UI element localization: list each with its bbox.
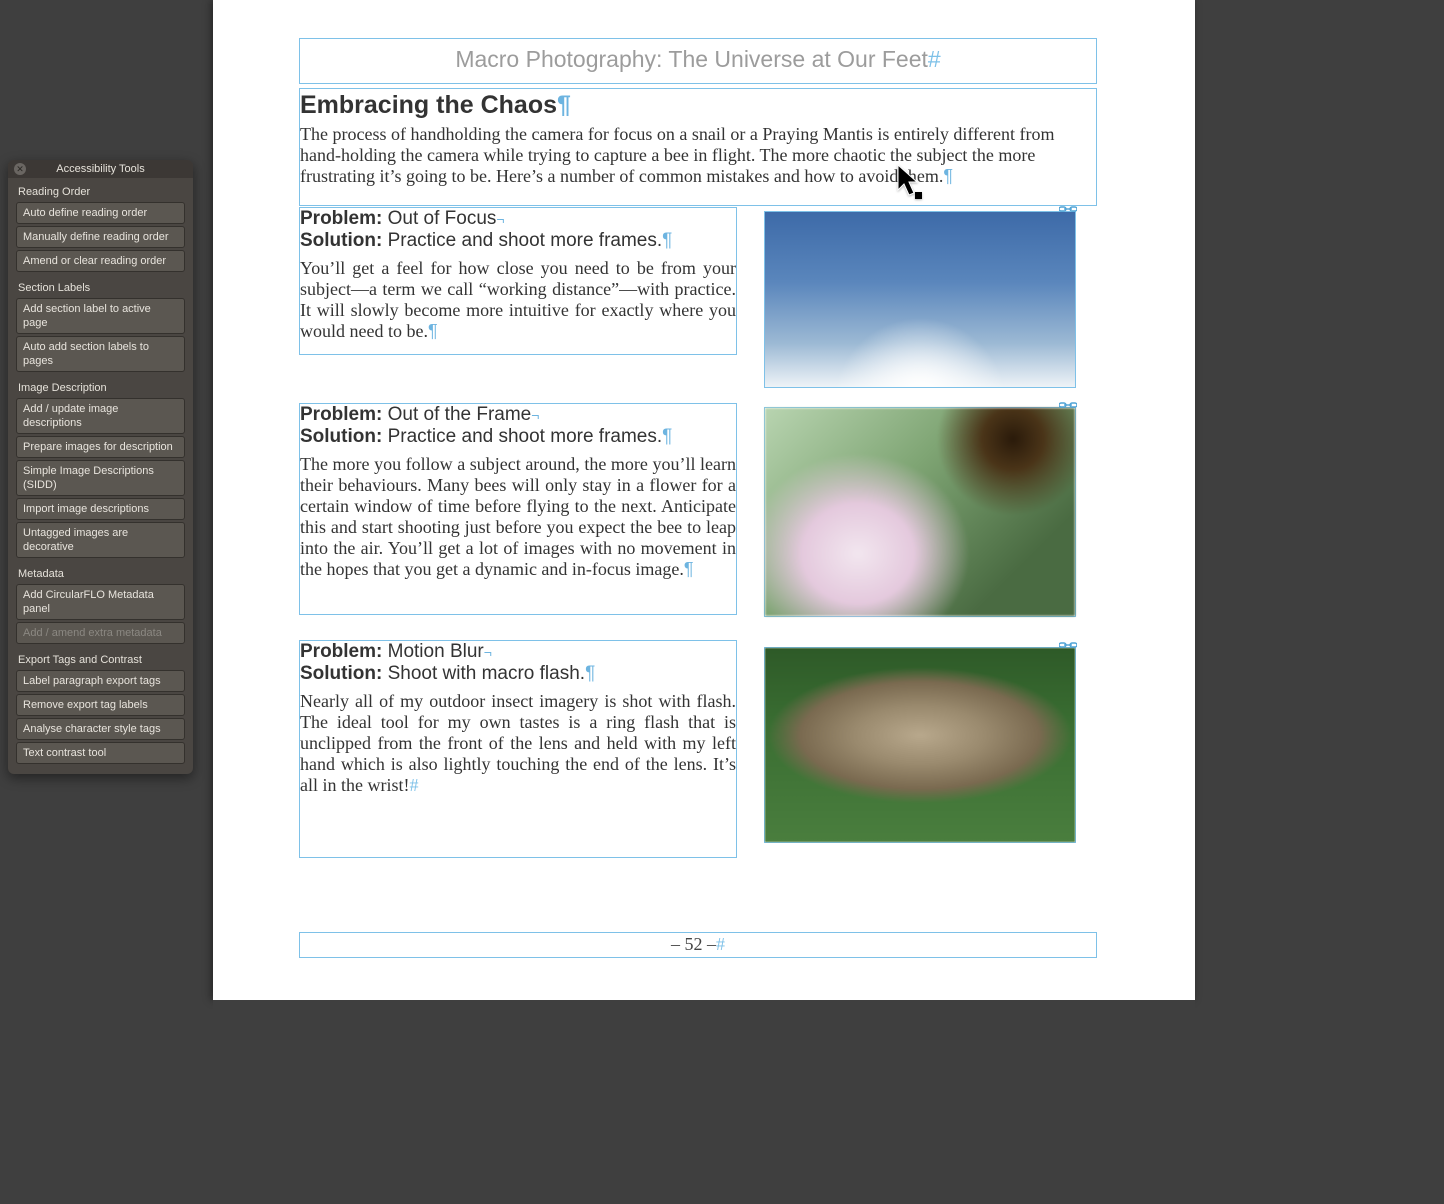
- page-number: – 52 –: [671, 934, 716, 954]
- image-frame-3[interactable]: [764, 647, 1076, 843]
- section-heading-metadata: Metadata: [8, 560, 193, 584]
- page-number-frame[interactable]: – 52 –#: [299, 932, 1097, 958]
- problem-block-1[interactable]: Problem: Out of Focus¬ Solution: Practic…: [299, 207, 737, 355]
- btn-auto-define-reading-order[interactable]: Auto define reading order: [16, 202, 185, 224]
- btn-import-image-descriptions[interactable]: Import image descriptions: [16, 498, 185, 520]
- body-text: You’ll get a feel for how close you need…: [300, 258, 736, 342]
- link-icon: [1059, 400, 1077, 410]
- problem-line: Problem: Out of Focus¬: [300, 208, 736, 230]
- intro-paragraph: The process of handholding the camera fo…: [300, 124, 1096, 187]
- btn-text-contrast-tool[interactable]: Text contrast tool: [16, 742, 185, 764]
- btn-auto-add-section-labels[interactable]: Auto add section labels to pages: [16, 336, 185, 372]
- page-heading: Embracing the Chaos¶: [300, 91, 1096, 120]
- btn-label-paragraph-tags[interactable]: Label paragraph export tags: [16, 670, 185, 692]
- pilcrow-icon: ¶: [662, 426, 672, 447]
- placed-image-flower: [765, 408, 1075, 616]
- problem-block-2[interactable]: Problem: Out of the Frame¬ Solution: Pra…: [299, 403, 737, 615]
- btn-manually-define-reading-order[interactable]: Manually define reading order: [16, 226, 185, 248]
- image-frame-2[interactable]: [764, 407, 1076, 617]
- end-of-story-icon: #: [409, 775, 418, 795]
- pilcrow-icon: ¶: [428, 321, 438, 341]
- pilcrow-icon: ¶: [557, 91, 571, 119]
- panel-title: Accessibility Tools: [56, 163, 144, 175]
- pilcrow-icon: ¶: [684, 559, 694, 579]
- end-of-story-icon: #: [716, 934, 725, 954]
- btn-add-section-label[interactable]: Add section label to active page: [16, 298, 185, 334]
- section-heading-reading-order: Reading Order: [8, 178, 193, 202]
- body-text: The more you follow a subject around, th…: [300, 454, 736, 580]
- link-icon: [1059, 204, 1077, 214]
- end-of-story-icon: #: [928, 46, 941, 72]
- pasteboard-gutter: [213, 1000, 1195, 1204]
- pilcrow-icon: ¶: [585, 663, 595, 684]
- btn-amend-clear-reading-order[interactable]: Amend or clear reading order: [16, 250, 185, 272]
- intro-text-frame[interactable]: Embracing the Chaos¶ The process of hand…: [299, 88, 1097, 206]
- btn-analyse-char-style-tags[interactable]: Analyse character style tags: [16, 718, 185, 740]
- problem-line: Problem: Out of the Frame¬: [300, 404, 736, 426]
- pilcrow-icon: ¶: [943, 166, 953, 186]
- image-frame-1[interactable]: [764, 211, 1076, 388]
- soft-return-icon: ¬: [484, 644, 492, 660]
- problem-block-3[interactable]: Problem: Motion Blur¬ Solution: Shoot wi…: [299, 640, 737, 858]
- btn-add-update-image-descriptions[interactable]: Add / update image descriptions: [16, 398, 185, 434]
- solution-line: Solution: Shoot with macro flash.¶: [300, 663, 736, 685]
- btn-prepare-images[interactable]: Prepare images for description: [16, 436, 185, 458]
- btn-remove-tag-labels[interactable]: Remove export tag labels: [16, 694, 185, 716]
- placed-image-moth: [765, 648, 1075, 842]
- section-heading-image-description: Image Description: [8, 374, 193, 398]
- btn-sidd[interactable]: Simple Image Descriptions (SIDD): [16, 460, 185, 496]
- solution-line: Solution: Practice and shoot more frames…: [300, 230, 736, 252]
- close-icon[interactable]: ✕: [14, 163, 26, 175]
- soft-return-icon: ¬: [531, 407, 539, 423]
- btn-untagged-decorative[interactable]: Untagged images are decorative: [16, 522, 185, 558]
- body-text: Nearly all of my outdoor insect imagery …: [300, 691, 736, 796]
- placed-image-sky: [765, 212, 1075, 387]
- running-header-text: Macro Photography: The Universe at Our F…: [455, 46, 928, 72]
- accessibility-tools-panel: ✕ Accessibility Tools Reading Order Auto…: [8, 160, 193, 774]
- btn-add-amend-metadata[interactable]: Add / amend extra metadata: [16, 622, 185, 644]
- section-heading-export-tags: Export Tags and Contrast: [8, 646, 193, 670]
- running-header-frame[interactable]: Macro Photography: The Universe at Our F…: [299, 38, 1097, 84]
- pilcrow-icon: ¶: [662, 230, 672, 251]
- panel-titlebar[interactable]: ✕ Accessibility Tools: [8, 160, 193, 178]
- problem-line: Problem: Motion Blur¬: [300, 641, 736, 663]
- document-page[interactable]: Macro Photography: The Universe at Our F…: [213, 0, 1195, 1000]
- solution-line: Solution: Practice and shoot more frames…: [300, 426, 736, 448]
- soft-return-icon: ¬: [496, 211, 504, 227]
- link-icon: [1059, 640, 1077, 650]
- btn-add-circularflo-metadata[interactable]: Add CircularFLO Metadata panel: [16, 584, 185, 620]
- section-heading-section-labels: Section Labels: [8, 274, 193, 298]
